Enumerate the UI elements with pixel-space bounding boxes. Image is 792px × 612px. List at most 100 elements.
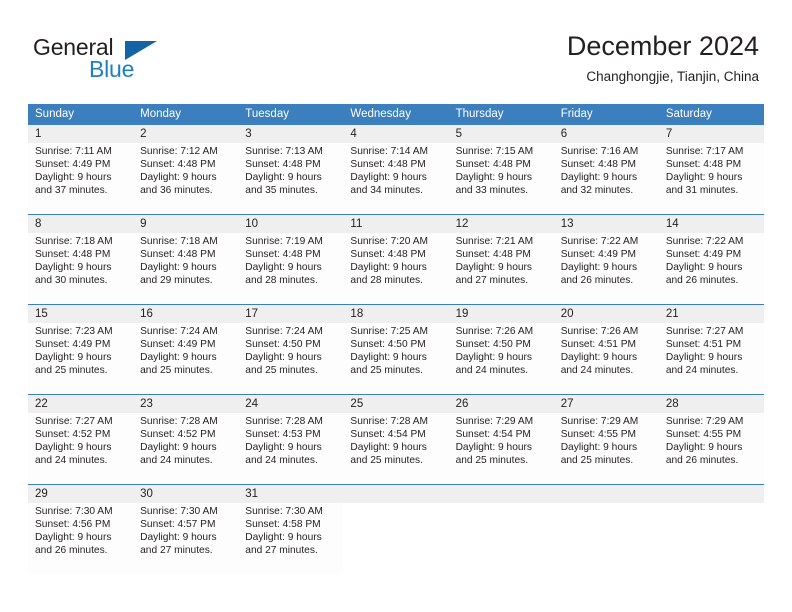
sunrise-text: Sunrise: 7:24 AM [140,326,218,337]
day-cell: Sunrise: 7:26 AM Sunset: 4:51 PM Dayligh… [554,323,659,394]
day-number: 29 [35,488,48,500]
day-number: 14 [665,218,679,230]
sunrise-text: Sunrise: 7:27 AM [665,326,744,337]
daylight-line2: and 27 minutes. [455,274,529,286]
day-cell: Sunrise: 7:16 AM Sunset: 4:48 PM Dayligh… [554,143,659,214]
sunset-text: Sunset: 4:50 PM [455,338,531,350]
sunrise-text: Sunrise: 7:13 AM [245,146,323,157]
day-number: 21 [665,308,679,320]
daylight-line2: and 24 minutes. [140,454,213,466]
daylight-line2: and 36 minutes. [140,184,213,196]
week-row: 8 9 10 11 12 13 14 Sunrise: 7:18 AM Suns… [28,214,764,304]
day-number: 3 [245,128,252,140]
day-number: 22 [35,398,48,410]
sunrise-text: Sunrise: 7:28 AM [245,416,323,427]
daylight-line1: Daylight: 9 hours [35,261,112,273]
sunrise-text: Sunrise: 7:23 AM [35,326,113,337]
day-number: 2 [140,128,147,140]
daylight-line2: and 27 minutes. [140,544,213,556]
day-cell: Sunrise: 7:13 AM Sunset: 4:48 PM Dayligh… [238,143,343,214]
daylight-line1: Daylight: 9 hours [455,351,533,363]
sunset-text: Sunset: 4:48 PM [455,248,531,260]
general-blue-logo: General Blue [33,34,213,86]
day-number: 9 [140,218,147,230]
daylight-line1: Daylight: 9 hours [245,531,322,543]
day-number: 20 [560,308,574,320]
day-cell: Sunrise: 7:30 AM Sunset: 4:57 PM Dayligh… [133,503,238,574]
daylight-line2: and 37 minutes. [35,184,108,196]
day-number: 11 [350,218,363,230]
sunset-text: Sunset: 4:51 PM [665,338,742,350]
daylight-line2: and 25 minutes. [560,454,634,466]
daylight-line2: and 26 minutes. [665,274,739,286]
sunrise-text: Sunrise: 7:25 AM [350,326,429,337]
daylight-line2: and 25 minutes. [455,454,529,466]
day-cell: Sunrise: 7:28 AM Sunset: 4:53 PM Dayligh… [238,413,343,484]
sunset-text: Sunset: 4:49 PM [35,158,111,170]
day-cell-empty [553,503,659,574]
day-number: 6 [560,128,568,140]
sunset-text: Sunset: 4:52 PM [35,428,111,440]
sunrise-text: Sunrise: 7:30 AM [35,506,113,517]
daylight-line2: and 25 minutes. [350,454,423,466]
daylight-line2: and 24 minutes. [35,454,108,466]
week-row: 15 16 17 18 19 20 21 Sunrise: 7:23 AM Su… [28,304,764,394]
sunset-text: Sunset: 4:48 PM [560,158,637,170]
daylight-line2: and 28 minutes. [245,274,318,286]
sunset-text: Sunset: 4:49 PM [35,338,111,350]
daylight-line1: Daylight: 9 hours [245,171,322,183]
day-cell: Sunrise: 7:25 AM Sunset: 4:50 PM Dayligh… [343,323,448,394]
daylight-line1: Daylight: 9 hours [350,171,427,183]
day-cell: Sunrise: 7:27 AM Sunset: 4:51 PM Dayligh… [659,323,764,394]
sunset-text: Sunset: 4:50 PM [350,338,426,350]
day-number: 4 [350,128,357,140]
location-subtitle: Changhongjie, Tianjin, China [586,69,759,84]
daylight-line2: and 35 minutes. [245,184,318,196]
day-cell-empty [343,503,449,574]
sunrise-text: Sunrise: 7:16 AM [560,146,639,157]
daylight-line2: and 32 minutes. [560,184,634,196]
day-info-band: Sunrise: 7:30 AM Sunset: 4:56 PM Dayligh… [28,503,764,574]
day-cell: Sunrise: 7:27 AM Sunset: 4:52 PM Dayligh… [28,413,133,484]
daylight-line2: and 24 minutes. [245,454,318,466]
daylight-line1: Daylight: 9 hours [665,441,743,453]
day-cell: Sunrise: 7:17 AM Sunset: 4:48 PM Dayligh… [659,143,764,214]
sunset-text: Sunset: 4:56 PM [35,518,111,530]
sunrise-text: Sunrise: 7:21 AM [455,236,534,247]
sunrise-text: Sunrise: 7:15 AM [455,146,534,157]
day-cell-empty [658,503,764,574]
logo-text-blue: Blue [89,56,135,82]
weekday-header-monday: Monday [140,108,182,120]
daylight-line1: Daylight: 9 hours [245,351,322,363]
daylight-line2: and 26 minutes. [35,544,108,556]
day-number: 27 [560,398,574,410]
sunset-text: Sunset: 4:48 PM [140,248,216,260]
daylight-line1: Daylight: 9 hours [560,351,638,363]
weekday-header-tuesday: Tuesday [245,108,289,120]
day-number: 18 [350,308,364,320]
weekday-header-friday: Friday [560,108,593,120]
day-cell: Sunrise: 7:12 AM Sunset: 4:48 PM Dayligh… [133,143,238,214]
day-number: 7 [665,128,673,140]
sunrise-text: Sunrise: 7:28 AM [140,416,218,427]
day-info-band: Sunrise: 7:27 AM Sunset: 4:52 PM Dayligh… [28,413,764,484]
daylight-line2: and 25 minutes. [140,364,213,376]
sunset-text: Sunset: 4:52 PM [140,428,216,440]
weekday-header-row: Sunday Monday Tuesday Wednesday Thursday… [28,104,764,125]
page-header: General Blue December 2024 Changhongjie,… [0,0,792,102]
daylight-line2: and 28 minutes. [350,274,423,286]
sunrise-text: Sunrise: 7:29 AM [560,416,639,427]
sunset-text: Sunset: 4:57 PM [140,518,216,530]
day-cell: Sunrise: 7:22 AM Sunset: 4:49 PM Dayligh… [659,233,764,304]
day-number-band: 29 30 31 [28,485,764,503]
daylight-line1: Daylight: 9 hours [665,171,743,183]
sunset-text: Sunset: 4:48 PM [245,158,321,170]
weekday-header-thursday: Thursday [455,108,504,120]
day-cell: Sunrise: 7:23 AM Sunset: 4:49 PM Dayligh… [28,323,133,394]
day-cell: Sunrise: 7:26 AM Sunset: 4:50 PM Dayligh… [449,323,554,394]
sunrise-text: Sunrise: 7:26 AM [560,326,639,337]
daylight-line2: and 24 minutes. [665,364,739,376]
sunset-text: Sunset: 4:49 PM [560,248,637,260]
daylight-line1: Daylight: 9 hours [35,531,112,543]
day-number: 28 [665,398,679,410]
